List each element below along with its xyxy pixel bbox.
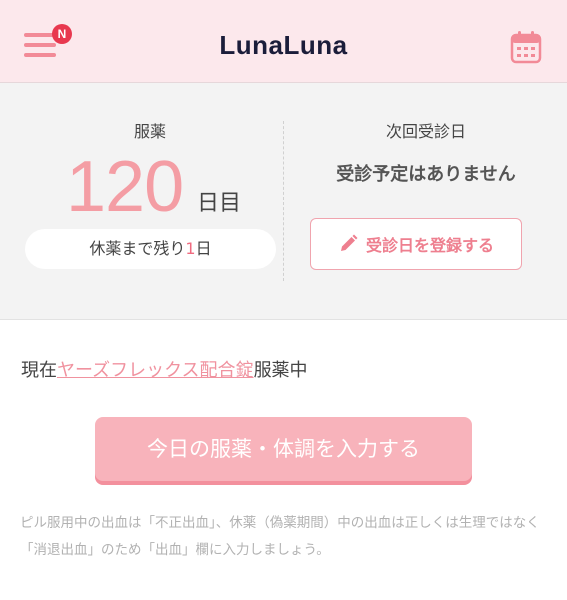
current-suffix: 服薬中: [253, 360, 308, 381]
column-divider: [283, 121, 284, 281]
current-prefix: 現在: [21, 360, 57, 381]
app-header: N LunaLuna: [0, 0, 567, 83]
drug-name-link[interactable]: ヤーズフレックス配合錠: [57, 360, 254, 381]
status-panel: 服薬 120 日目 休薬まで残り1日 次回受診日 受診予定はありません 受診日を…: [0, 83, 567, 320]
current-medication: 現在ヤーズフレックス配合錠服薬中: [21, 356, 308, 382]
medication-day-count: 120: [66, 147, 184, 227]
input-today-button[interactable]: 今日の服薬・体調を入力する: [95, 417, 472, 481]
calendar-icon: [510, 31, 542, 64]
no-appointment-text: 受診予定はありません: [336, 164, 516, 185]
bleeding-note: ピル服用中の出血は「不正出血」、休薬（偽薬期間）中の出血は正しくは生理ではなく「…: [20, 515, 540, 558]
rest-remaining-pill: 休薬まで残り1日: [25, 229, 276, 269]
pencil-icon: [340, 234, 358, 251]
rest-prefix: 休薬まで残り: [89, 239, 186, 258]
rest-days: 1: [185, 239, 196, 258]
app-logo: LunaLuna: [219, 30, 348, 60]
register-visit-label: 受診日を登録する: [365, 236, 494, 255]
register-visit-button[interactable]: 受診日を登録する: [310, 218, 522, 270]
medication-day-unit: 日目: [197, 191, 242, 216]
medication-label: 服薬: [133, 122, 166, 141]
next-visit-label: 次回受診日: [385, 122, 466, 141]
calendar-button[interactable]: [510, 30, 542, 64]
rest-suffix: 日: [195, 239, 212, 258]
